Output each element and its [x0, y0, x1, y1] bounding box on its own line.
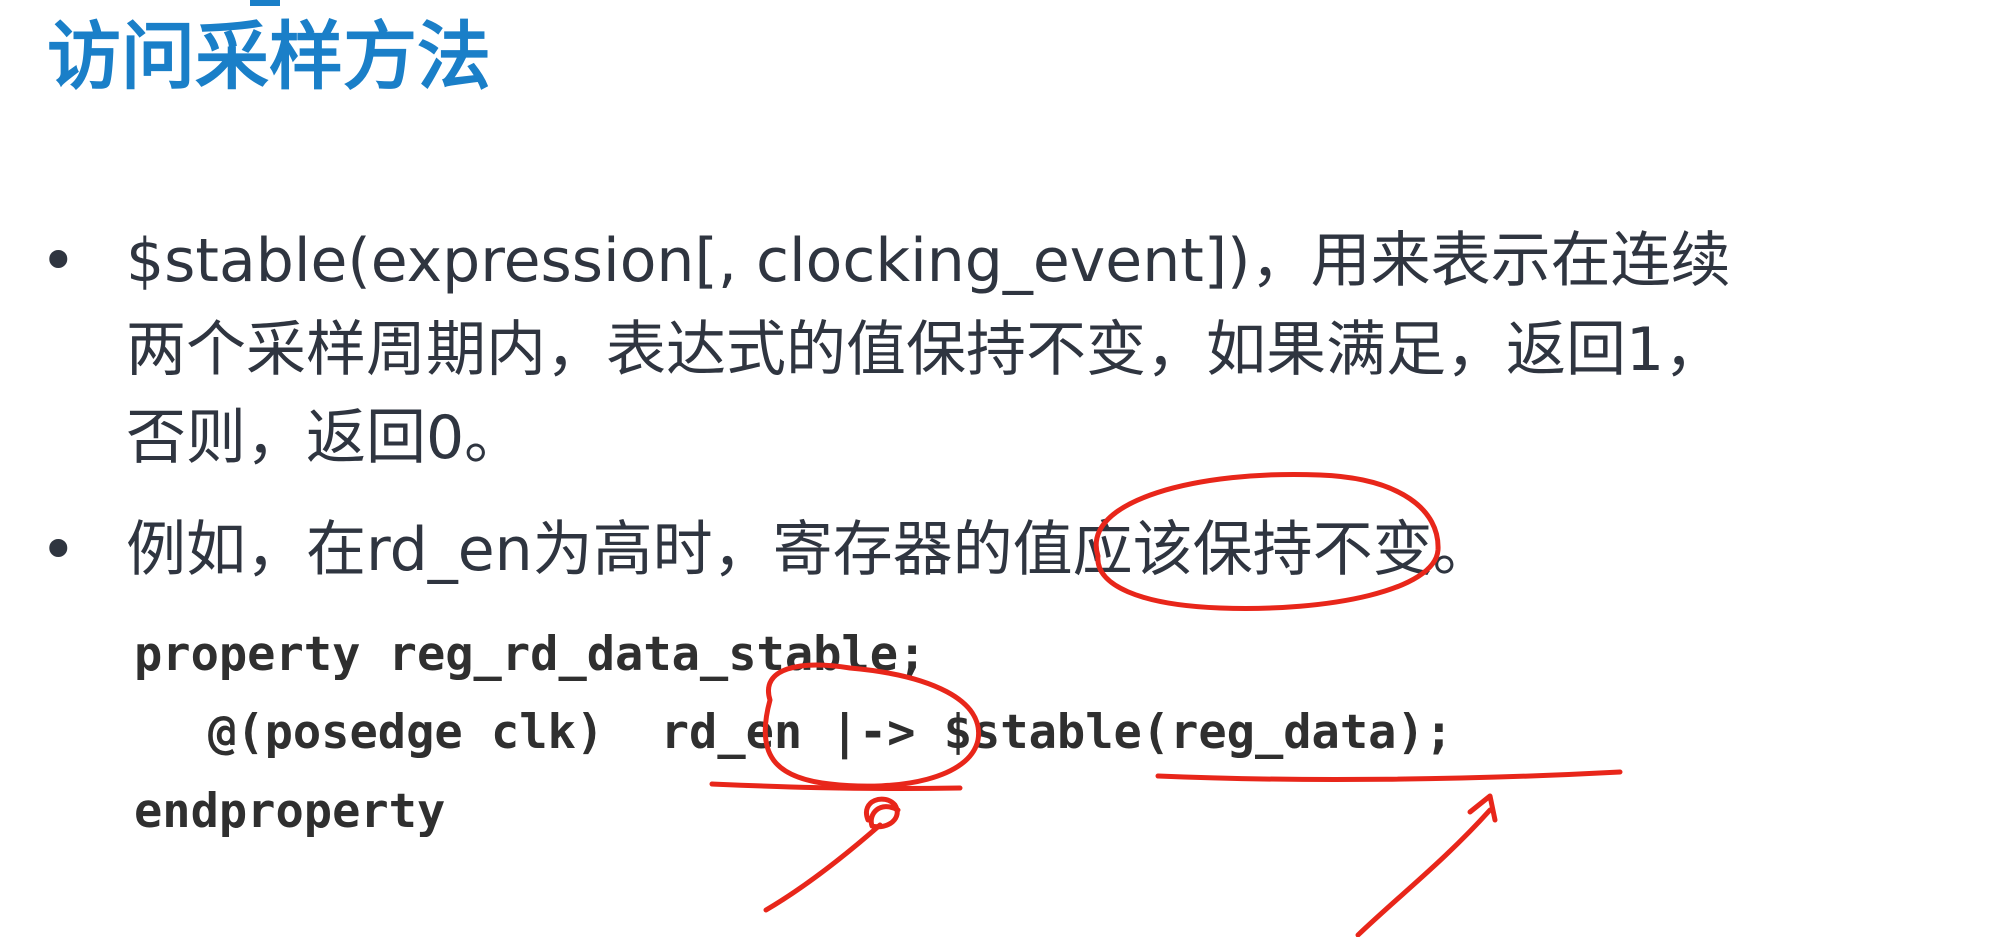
- annotation-underline-stable: [1155, 769, 1623, 782]
- annotation-arrow-stable: [1355, 807, 1493, 937]
- bullet-dot-2: •: [40, 513, 77, 586]
- bullet-1-line-3: 否则，返回0。: [126, 403, 525, 473]
- bullet-1-line-2: 两个采样周期内，表达式的值保持不变，如果满足，返回1，: [126, 315, 1725, 385]
- annotation-underline-rd-en: [709, 781, 963, 792]
- code-line-3: endproperty: [134, 784, 446, 839]
- code-line-2: @(posedge clk) rd_en |-> $stable(reg_dat…: [208, 705, 1454, 760]
- annotation-arrowhead-rd-en: [863, 796, 901, 830]
- title-accent-mark: [250, 0, 280, 6]
- annotation-arrow-rd-en: [763, 822, 883, 913]
- slide-title: 访问采样方法: [47, 14, 491, 100]
- bullet-dot-1: •: [40, 224, 77, 297]
- code-line-1: property reg_rd_data_stable;: [134, 627, 927, 682]
- annotation-arrowhead-stable: [1467, 793, 1498, 823]
- bullet-1-line-1: $stable(expression[, clocking_event])，用来…: [126, 226, 1731, 296]
- slide: 访问采样方法 • $stable(expression[, clocking_e…: [0, 0, 2004, 937]
- bullet-2-line-1: 例如，在rd_en为高时，寄存器的值应该保持不变。: [126, 515, 1493, 585]
